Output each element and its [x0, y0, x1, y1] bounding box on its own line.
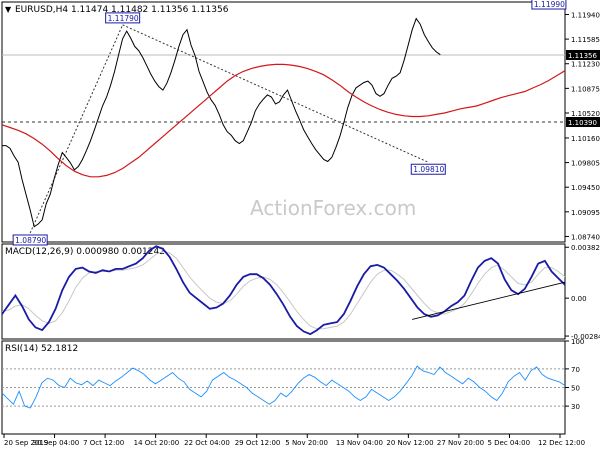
price-y-tick-label: 1.11940	[571, 11, 600, 19]
macd-panel-frame	[1, 243, 566, 340]
x-tick-label: 13 Nov 04:00	[336, 439, 383, 447]
rsi-y-tick-label: 50	[571, 385, 580, 393]
price-y-axis: 1.11940 1.11585 1.11230 1.10875 1.10520 1.101…	[565, 11, 600, 241]
x-axis: 20 Sep 201930 Sep 04:00 7 Oct 12:00 14 Oct…	[3, 434, 585, 447]
x-tick-label: 20 Nov 12:00	[386, 439, 433, 447]
annotation-label: 1.11790	[108, 14, 139, 23]
annotation-label: 1.08790	[15, 236, 46, 245]
price-y-tick-label: 1.11230	[571, 61, 600, 69]
x-tick-label: 29 Oct 12:00	[235, 439, 281, 447]
macd-y-tick-label: 0.00	[571, 295, 587, 303]
x-tick-label: 14 Oct 20:00	[134, 439, 180, 447]
x-tick-label: 27 Nov 20:00	[437, 439, 484, 447]
watermark: ActionForex.com	[250, 196, 416, 220]
annotation-label: 1.09810	[413, 165, 444, 174]
x-tick-label: 30 Sep 04:00	[33, 439, 80, 447]
price-y-tick-label: 1.11585	[571, 36, 600, 44]
annotation-label: 1.11990	[534, 0, 565, 9]
chart-svg: ActionForex.com ▼ EURUSD,H4 1.11474 1.11…	[1, 0, 600, 447]
rsi-y-tick-label: 30	[571, 403, 580, 411]
price-y-tick-label: 1.10520	[571, 110, 600, 118]
price-y-tick-label: 1.09805	[571, 160, 600, 168]
price-y-tick-label: 1.09450	[571, 184, 600, 192]
x-tick-label: 22 Oct 04:00	[184, 439, 230, 447]
x-tick-label: 12 Dec 12:00	[538, 439, 585, 447]
rsi-title: RSI(14) 52.1812	[5, 344, 78, 354]
price-y-tick-label: 1.10160	[571, 135, 600, 143]
price-y-tick-label: 1.08740	[571, 233, 600, 241]
current-price-label: 1.11356	[568, 52, 597, 60]
x-tick-label: 5 Nov 20:00	[285, 439, 328, 447]
chart-root: ActionForex.com ▼ EURUSD,H4 1.11474 1.11…	[0, 0, 600, 450]
rsi-y-tick-label: 100	[571, 338, 584, 346]
level-line-label: 1.10390	[568, 119, 597, 127]
rsi-y-tick-label: 70	[571, 366, 580, 374]
macd-title: MACD(12,26,9) 0.000980 0.001242	[5, 247, 165, 257]
macd-y-tick-label: 0.003826	[571, 244, 600, 252]
x-tick-label: 7 Oct 12:00	[83, 439, 124, 447]
price-y-tick-label: 1.09095	[571, 209, 600, 217]
symbol-icon: ▼	[5, 5, 12, 14]
price-y-tick-label: 1.10875	[571, 85, 600, 93]
x-tick-label: 5 Dec 04:00	[487, 439, 530, 447]
